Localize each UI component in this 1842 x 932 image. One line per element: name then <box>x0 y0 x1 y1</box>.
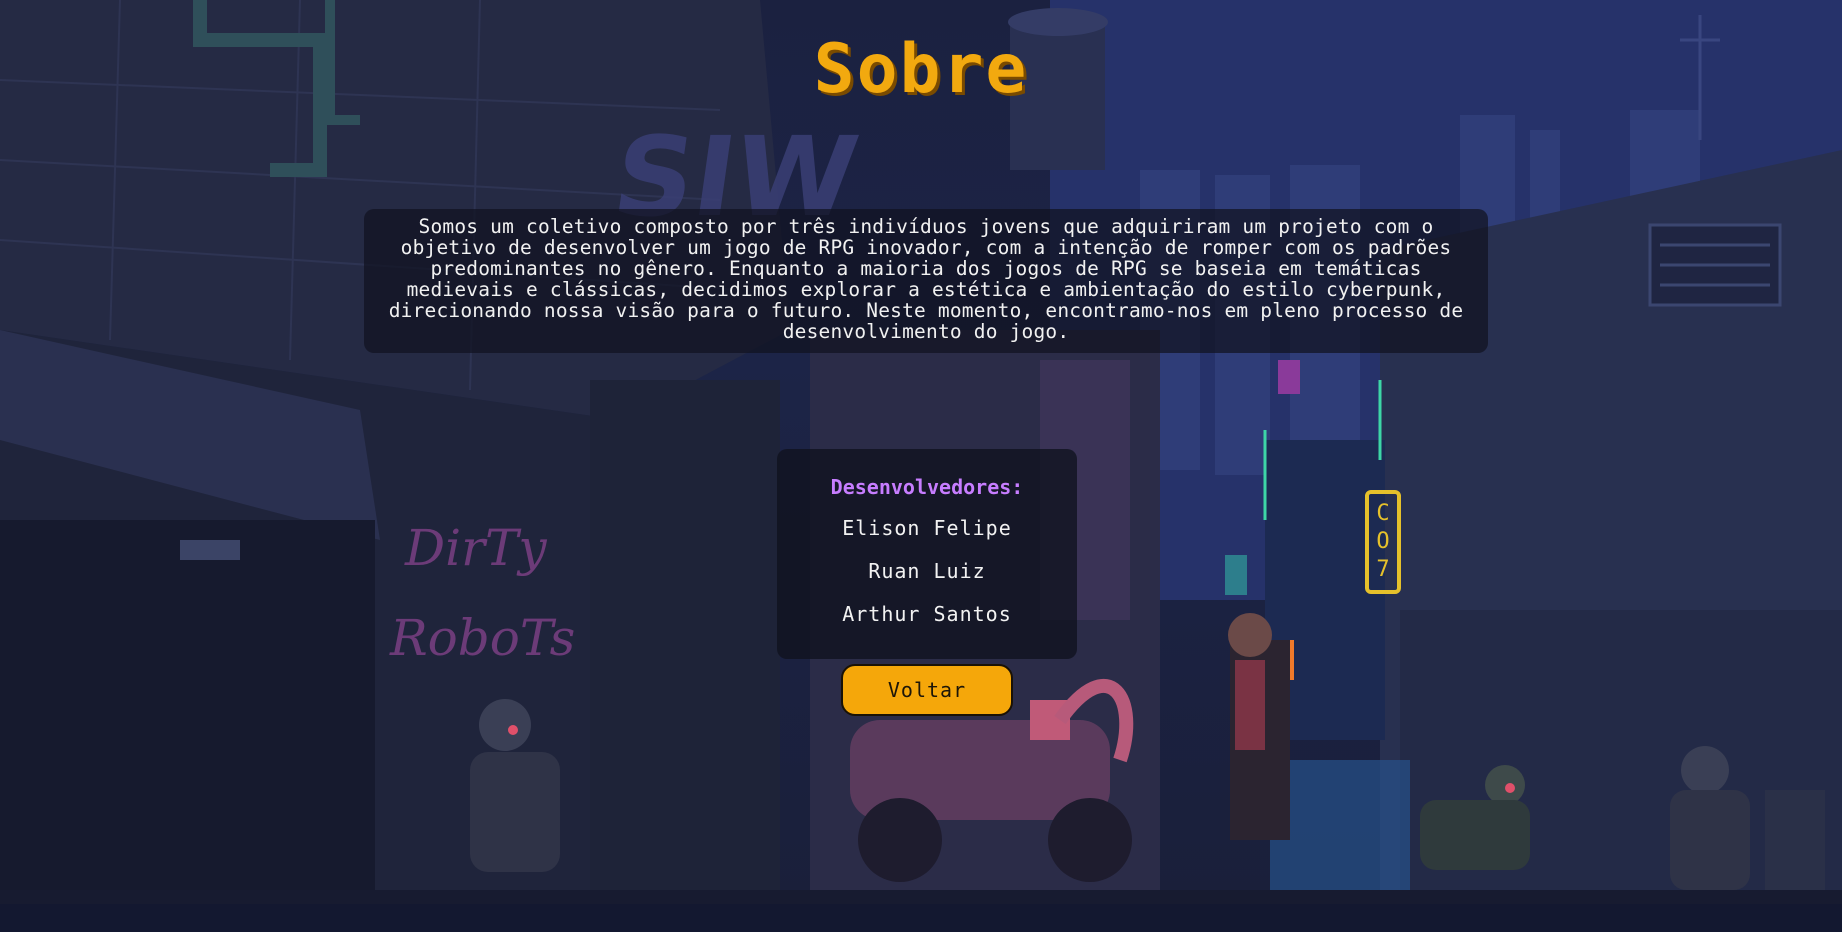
graffiti-robots: RoboTs <box>389 609 575 667</box>
character-standing <box>1228 613 1290 840</box>
back-button[interactable]: Voltar <box>841 664 1013 716</box>
ground <box>0 890 1842 904</box>
metal-door <box>590 380 780 900</box>
neon-sign-letter-3: 7 <box>1376 557 1389 582</box>
developers-heading: Desenvolvedores: <box>830 475 1024 499</box>
developer-name: Arthur Santos <box>842 602 1012 626</box>
garage-sign <box>180 540 240 560</box>
developer-name: Ruan Luiz <box>868 559 986 583</box>
alley-puddle-glow <box>1270 760 1410 904</box>
page-footer-strip <box>0 904 1842 932</box>
neon-sign-letter-2: O <box>1376 529 1389 554</box>
neon-panel-blue <box>1225 555 1247 595</box>
developers-panel: Desenvolvedores: Elison Felipe Ruan Luiz… <box>777 449 1077 659</box>
neon-panel-purple <box>1278 360 1300 394</box>
graffiti-dirty: DirTy <box>404 519 547 577</box>
developer-name: Elison Felipe <box>842 516 1012 540</box>
about-description: Somos um coletivo composto por três indi… <box>364 209 1488 353</box>
page-title: Sobre <box>813 30 1029 109</box>
neon-sign-letter-1: C <box>1376 501 1389 526</box>
garage-door <box>0 520 375 904</box>
trash-can <box>1765 790 1825 900</box>
